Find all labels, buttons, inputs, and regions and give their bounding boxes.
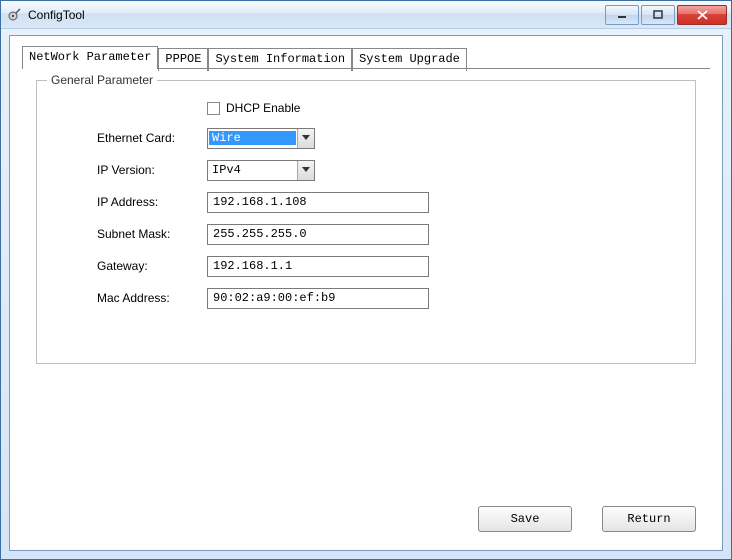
subnet-mask-input[interactable]: 255.255.255.0: [207, 224, 429, 245]
tab-strip: NetWork Parameter PPPOE System Informati…: [22, 46, 467, 69]
save-button-label: Save: [511, 512, 540, 526]
ip-address-value: 192.168.1.108: [213, 195, 307, 209]
save-button[interactable]: Save: [478, 506, 572, 532]
ipaddress-label: IP Address:: [97, 195, 207, 209]
chevron-down-icon: [297, 129, 314, 148]
chevron-down-icon: [297, 161, 314, 180]
close-button[interactable]: [677, 5, 727, 25]
ethernet-label: Ethernet Card:: [97, 131, 207, 145]
ethernet-card-value: Wire: [209, 131, 296, 145]
minimize-button[interactable]: [605, 5, 639, 25]
mac-address-value: 90:02:a9:00:ef:b9: [213, 291, 335, 305]
dhcp-checkbox[interactable]: [207, 102, 220, 115]
ethernet-card-select[interactable]: Wire: [207, 128, 315, 149]
client-area: NetWork Parameter PPPOE System Informati…: [9, 35, 723, 551]
ipversion-row: IP Version: IPv4: [97, 159, 675, 181]
tab-network-parameter[interactable]: NetWork Parameter: [22, 46, 158, 69]
tab-label: System Information: [215, 52, 345, 66]
gateway-row: Gateway: 192.168.1.1: [97, 255, 675, 277]
ip-version-select[interactable]: IPv4: [207, 160, 315, 181]
ipversion-label: IP Version:: [97, 163, 207, 177]
dhcp-label: DHCP Enable: [226, 101, 300, 115]
tab-label: System Upgrade: [359, 52, 460, 66]
mac-label: Mac Address:: [97, 291, 207, 305]
app-window: ConfigTool NetWork Parameter PPPOE: [0, 0, 732, 560]
gateway-label: Gateway:: [97, 259, 207, 273]
subnet-label: Subnet Mask:: [97, 227, 207, 241]
return-button-label: Return: [627, 512, 670, 526]
ip-version-value: IPv4: [208, 163, 297, 177]
subnet-mask-value: 255.255.255.0: [213, 227, 307, 241]
ip-address-input[interactable]: 192.168.1.108: [207, 192, 429, 213]
maximize-button[interactable]: [641, 5, 675, 25]
form-area: DHCP Enable Ethernet Card: Wire IP Versi…: [37, 81, 695, 329]
titlebar: ConfigTool: [1, 1, 731, 29]
gateway-input[interactable]: 192.168.1.1: [207, 256, 429, 277]
ipaddress-row: IP Address: 192.168.1.108: [97, 191, 675, 213]
ethernet-row: Ethernet Card: Wire: [97, 127, 675, 149]
tab-label: PPPOE: [165, 52, 201, 66]
window-controls: [603, 5, 727, 25]
subnet-row: Subnet Mask: 255.255.255.0: [97, 223, 675, 245]
bottom-button-bar: Save Return: [478, 506, 696, 532]
dhcp-row: DHCP Enable: [207, 99, 675, 117]
tab-label: NetWork Parameter: [29, 50, 151, 64]
mac-row: Mac Address: 90:02:a9:00:ef:b9: [97, 287, 675, 309]
group-legend: General Parameter: [47, 73, 157, 87]
general-parameter-group: General Parameter DHCP Enable Ethernet C…: [36, 80, 696, 364]
app-icon: [7, 7, 23, 23]
return-button[interactable]: Return: [602, 506, 696, 532]
mac-address-input[interactable]: 90:02:a9:00:ef:b9: [207, 288, 429, 309]
gateway-value: 192.168.1.1: [213, 259, 292, 273]
window-title: ConfigTool: [28, 8, 603, 22]
